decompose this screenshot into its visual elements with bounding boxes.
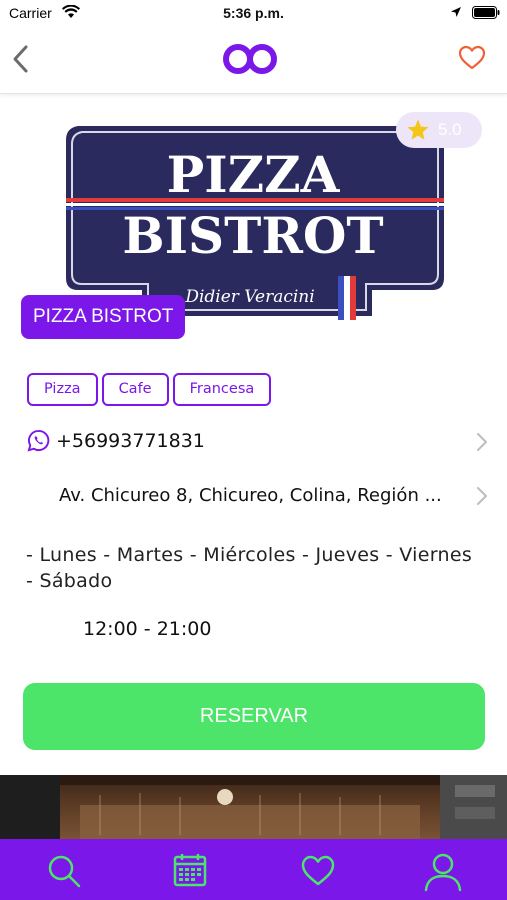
status-bar: Carrier 5:36 p.m. xyxy=(0,0,507,28)
phone-row[interactable]: +56993771831 xyxy=(27,425,497,459)
logo-line1: PIZZA xyxy=(167,145,341,204)
opening-days: - Lunes - Martes - Miércoles - Jueves - … xyxy=(26,542,507,594)
star-icon xyxy=(407,119,429,140)
whatsapp-icon xyxy=(27,429,50,452)
opening-hours: 12:00 - 21:00 xyxy=(83,618,212,640)
tag-cafe: Cafe xyxy=(101,373,169,406)
address-text: Av. Chicureo 8, Chicureo, Colina, Región… xyxy=(59,485,442,506)
restaurant-photo xyxy=(0,775,507,839)
tag-francesa: Francesa xyxy=(172,373,272,406)
rating-value: 5.0 xyxy=(438,120,462,139)
navigation-bar xyxy=(0,28,507,94)
heart-icon[interactable] xyxy=(296,849,340,893)
chevron-right-icon xyxy=(477,433,487,451)
clock: 5:36 p.m. xyxy=(223,5,284,21)
back-chevron-icon[interactable] xyxy=(8,42,34,76)
address-row[interactable]: Av. Chicureo 8, Chicureo, Colina, Región… xyxy=(27,479,497,513)
logo-signature: Didier Veracini xyxy=(184,287,314,307)
user-icon[interactable] xyxy=(421,849,465,893)
chevron-right-icon xyxy=(477,487,487,505)
bottom-tab-bar xyxy=(0,839,507,900)
location-icon xyxy=(451,7,461,17)
logo-line2: BISTROT xyxy=(122,206,383,265)
phone-number: +56993771831 xyxy=(56,430,205,452)
tag-pizza: Pizza xyxy=(27,373,98,406)
battery-icon xyxy=(472,6,500,19)
calendar-icon[interactable] xyxy=(168,849,212,893)
rating-badge: 5.0 xyxy=(396,112,482,148)
reserve-button[interactable]: RESERVAR xyxy=(23,683,485,750)
search-icon[interactable] xyxy=(42,849,86,893)
favorite-heart-icon[interactable] xyxy=(458,45,486,71)
restaurant-name-badge: PIZZA BISTROT xyxy=(21,295,186,339)
opening-days-line2: - Sábado xyxy=(26,570,113,592)
opening-days-line1: - Lunes - Martes - Miércoles - Jueves - … xyxy=(26,544,473,566)
infinity-logo-icon xyxy=(223,44,277,74)
category-tags: Pizza Cafe Francesa xyxy=(27,373,272,406)
